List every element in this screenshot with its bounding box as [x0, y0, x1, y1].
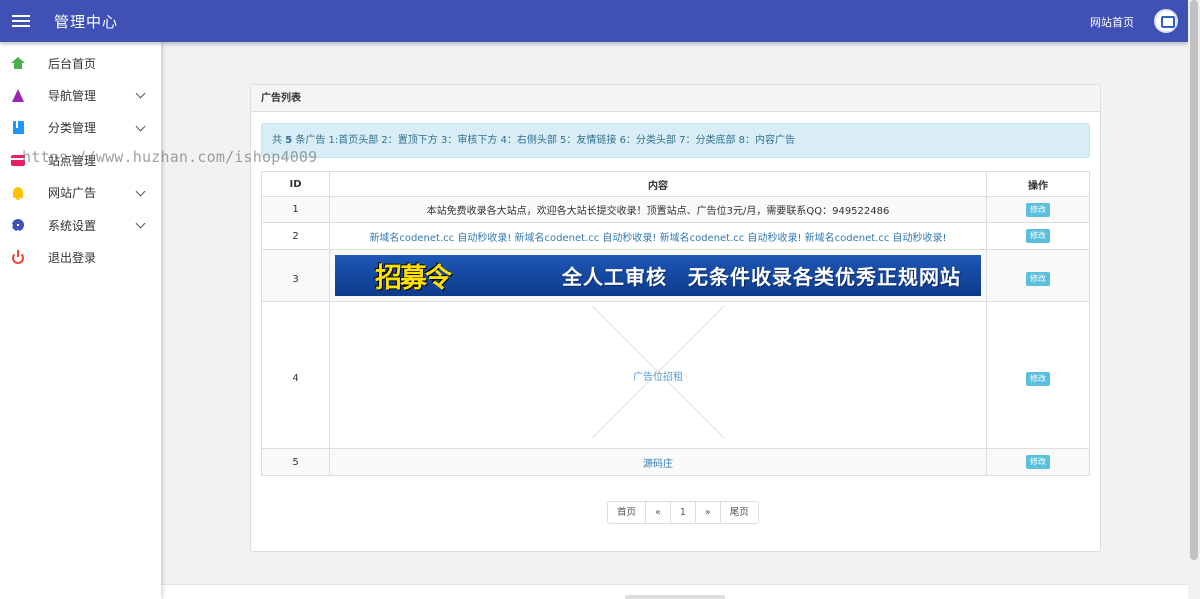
scrollbar-thumb[interactable] [1190, 0, 1198, 560]
column-header-action: 操作 [986, 171, 1090, 197]
placeholder-label: 广告位招租 [633, 372, 683, 383]
sidebar-item-label: 退出登录 [48, 251, 97, 266]
book-icon [11, 121, 25, 135]
bell-icon [11, 186, 25, 201]
table-row: 3 招募令 全人工审核 无条件收录各类优秀正规网站 修改 [261, 249, 1090, 302]
sidebar-item-navigation[interactable]: 导航管理 [0, 79, 161, 111]
panel-title: 广告列表 [251, 85, 1100, 112]
page-prev[interactable]: « [645, 501, 671, 524]
gear-icon [11, 218, 25, 232]
page-first[interactable]: 首页 [607, 501, 647, 524]
chevron-down-icon [135, 88, 146, 99]
chevron-down-icon [135, 121, 146, 132]
info-alert: 共 5 条广告 1:首页头部 2：置顶下方 3：审核下方 4：右侧头部 5：友情… [261, 123, 1090, 158]
sidebar-item-logout[interactable]: 退出登录 [0, 241, 161, 273]
sidebar-item-label: 导航管理 [48, 89, 97, 104]
row-id: 4 [261, 301, 330, 449]
page-number[interactable]: 1 [669, 501, 696, 524]
sidebar-item-label: 后台首页 [48, 56, 97, 71]
sidebar-item-label: 系统设置 [48, 218, 97, 233]
chevron-down-icon [135, 218, 146, 229]
footer [161, 584, 1188, 599]
table-row: 5 源码庄 修改 [261, 448, 1090, 476]
table-row: 1 本站免费收录各大站点，欢迎各大站长提交收录！顶置站点、广告位3元/月，需要联… [261, 196, 1090, 223]
edit-button[interactable]: 修改 [1026, 371, 1050, 386]
site-home-link[interactable]: 网站首页 [1090, 14, 1134, 30]
recruit-banner-image[interactable]: 招募令 全人工审核 无条件收录各类优秀正规网站 [335, 255, 981, 296]
sidebar-item-label: 分类管理 [48, 121, 97, 136]
edit-button[interactable]: 修改 [1026, 202, 1050, 217]
row-id: 3 [261, 249, 330, 302]
edit-button[interactable]: 修改 [1026, 229, 1050, 243]
page-last[interactable]: 尾页 [719, 501, 759, 524]
sidebar: 后台首页 导航管理 分类管理 站点管理 网站广告 系统设置 退出登录 [0, 42, 161, 599]
ad-table: ID 内容 操作 1 本站免费收录各大站点，欢迎各大站长提交收录！顶置站点、广告… [261, 171, 1090, 476]
footer-text [625, 595, 725, 599]
row-id: 1 [261, 196, 330, 223]
row-id: 5 [261, 448, 330, 476]
hamburger-menu-icon[interactable] [12, 12, 30, 30]
column-header-content: 内容 [329, 171, 987, 197]
sidebar-item-categories[interactable]: 分类管理 [0, 112, 161, 144]
column-header-id: ID [261, 171, 330, 197]
banner-slogan: 全人工审核 无条件收录各类优秀正规网站 [562, 265, 961, 289]
banner-title: 招募令 [375, 263, 452, 294]
table-row: 4 广告位招租 修改 [261, 301, 1090, 449]
alert-text: 条广告 1:首页头部 2：置顶下方 3：审核下方 4：右侧头部 5：友情链接 6… [295, 135, 796, 146]
table-row: 2 新域名codenet.cc 自动秒收录! 新域名codenet.cc 自动秒… [261, 222, 1090, 250]
avatar[interactable] [1154, 9, 1178, 33]
sidebar-item-settings[interactable]: 系统设置 [0, 209, 161, 241]
row-id: 2 [261, 222, 330, 250]
sidebar-item-dashboard[interactable]: 后台首页 [0, 47, 161, 79]
pagination: 首页 « 1 » 尾页 [607, 501, 759, 524]
scrollbar[interactable] [1188, 0, 1200, 599]
page-next[interactable]: » [694, 501, 721, 524]
chevron-down-icon [135, 186, 146, 197]
row-content-link[interactable]: 新域名codenet.cc 自动秒收录! 新域名codenet.cc 自动秒收录… [369, 233, 946, 244]
power-icon [11, 249, 25, 265]
top-header-bar: 管理中心 网站首页 [0, 0, 1188, 42]
sidebar-item-sites[interactable]: 站点管理 [0, 144, 161, 176]
row-content-link[interactable]: 源码庄 [643, 459, 673, 470]
alert-count: 5 [285, 135, 293, 146]
row-content: 本站免费收录各大站点，欢迎各大站长提交收录！顶置站点、广告位3元/月，需要联系Q… [329, 196, 987, 223]
sidebar-item-label: 站点管理 [48, 153, 97, 168]
alert-prefix: 共 [272, 135, 282, 146]
edit-button[interactable]: 修改 [1026, 272, 1050, 286]
card-icon [11, 153, 25, 167]
ad-list-panel: 广告列表 共 5 条广告 1:首页头部 2：置顶下方 3：审核下方 4：右侧头部… [250, 84, 1101, 552]
navigation-icon [11, 89, 25, 103]
table-header-row: ID 内容 操作 [261, 171, 1090, 197]
edit-button[interactable]: 修改 [1026, 455, 1050, 469]
app-title: 管理中心 [54, 13, 119, 31]
ad-placeholder[interactable]: 广告位招租 [330, 302, 986, 448]
sidebar-item-label: 网站广告 [48, 186, 97, 201]
home-icon [11, 56, 25, 70]
sidebar-item-ads[interactable]: 网站广告 [0, 177, 161, 209]
